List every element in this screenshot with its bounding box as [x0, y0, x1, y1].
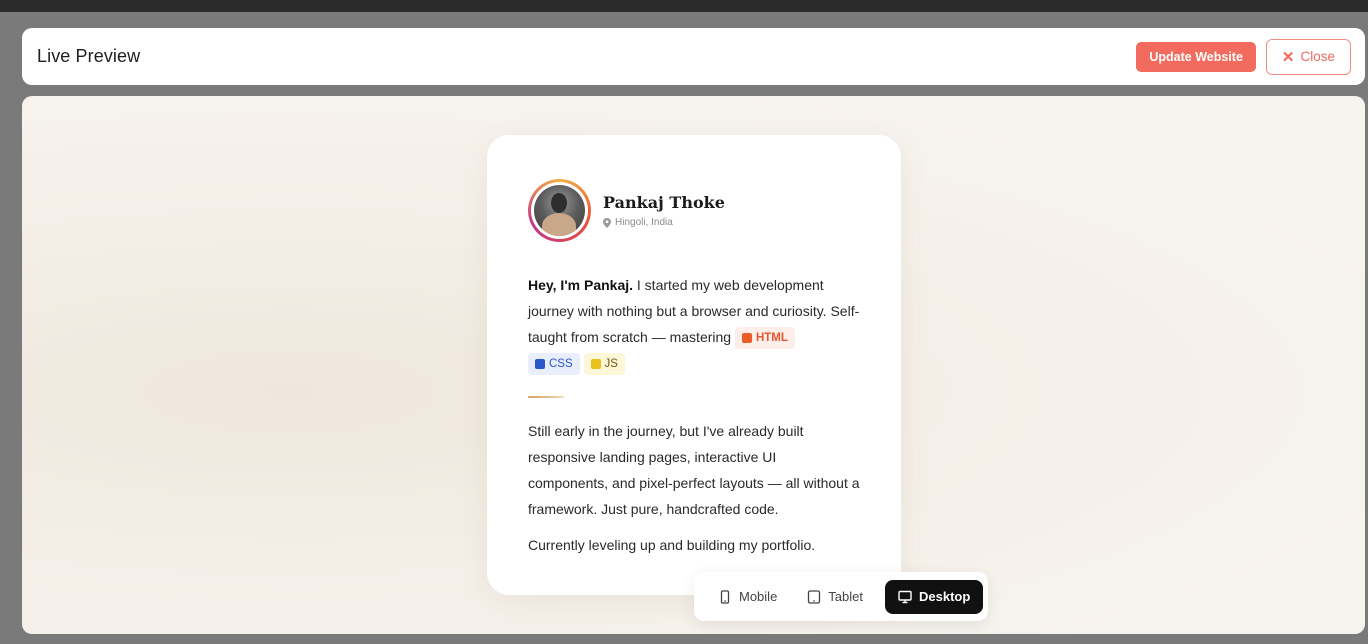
tablet-icon: [808, 589, 821, 604]
javascript-icon: [590, 359, 601, 370]
tag-css: CSS: [528, 353, 580, 376]
close-icon: ✕: [1281, 48, 1295, 66]
bio-paragraph-2: Still early in the journey, but I've alr…: [528, 423, 860, 517]
profile-info: Pankaj Thoke Hingoli, India: [603, 193, 725, 228]
preview-canvas: Pankaj Thoke Hingoli, India Hey, I'm Pan…: [22, 96, 1365, 634]
desktop-icon: [898, 590, 912, 603]
device-tablet-button[interactable]: Tablet: [797, 580, 873, 614]
bio-intro-bold: Hey, I'm Pankaj.: [528, 277, 634, 293]
header-actions: Update Website ✕ Close: [1136, 38, 1351, 75]
device-mobile-button[interactable]: Mobile: [708, 580, 787, 614]
device-desktop-button[interactable]: Desktop: [885, 579, 984, 614]
profile-location: Hingoli, India: [603, 217, 725, 228]
tag-html: HTML: [734, 327, 795, 350]
bio-paragraph: Hey, I'm Pankaj. I started my web develo…: [528, 272, 860, 376]
profile-photo-icon: [534, 185, 585, 236]
html5-icon: [741, 333, 752, 344]
css3-icon: [535, 359, 545, 370]
tag-js: JS: [583, 353, 625, 376]
profile-header: Pankaj Thoke Hingoli, India: [528, 179, 860, 242]
page-title: Live Preview: [37, 46, 141, 66]
location-pin-icon: [603, 217, 611, 228]
profile-name: Pankaj Thoke: [603, 193, 725, 212]
device-switcher: Mobile Tablet Desktop: [694, 572, 988, 621]
profile-card: Pankaj Thoke Hingoli, India Hey, I'm Pan…: [487, 135, 901, 595]
close-button[interactable]: ✕ Close: [1265, 38, 1351, 75]
window-top-strip: [0, 0, 1368, 12]
update-website-button[interactable]: Update Website: [1136, 41, 1256, 72]
avatar: [528, 179, 591, 242]
preview-header: Live Preview Update Website ✕ Close: [22, 28, 1365, 85]
close-label: Close: [1300, 49, 1335, 64]
mobile-icon: [720, 589, 730, 604]
accent-divider: [528, 396, 564, 398]
bio-paragraph-3: Currently leveling up and building my po…: [528, 537, 816, 553]
